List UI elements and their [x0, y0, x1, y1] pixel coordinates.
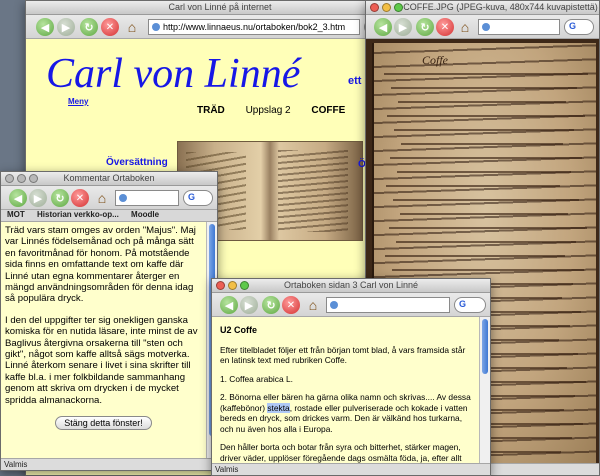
manuscript-ink-line: [396, 241, 576, 243]
back-arrow-icon[interactable]: ◀: [36, 18, 54, 36]
forward-arrow-icon[interactable]: ▶: [394, 18, 412, 36]
nav-link-coffe[interactable]: COFFE: [311, 105, 345, 116]
bookmarks-bar: MOT Historian verkko-op... Moodle: [1, 210, 217, 222]
manuscript-ink-line: [393, 199, 579, 201]
manuscript-ink-line: [400, 213, 568, 215]
ortaboken-scrollbar[interactable]: [479, 317, 490, 463]
back-arrow-icon[interactable]: ◀: [9, 189, 27, 207]
home-icon[interactable]: ⌂: [304, 296, 322, 314]
main-titlebar[interactable]: Carl von Linné på internet: [26, 1, 414, 15]
comment-url-input[interactable]: [115, 190, 179, 206]
comment-paragraph-2: I den del uppgifter ter sig onekligen ga…: [5, 314, 198, 406]
manuscript-ink-line: [389, 227, 587, 229]
stop-icon[interactable]: ✕: [71, 189, 89, 207]
home-icon[interactable]: ⌂: [123, 18, 141, 36]
text-page-illustration: [278, 150, 348, 232]
manuscript-ink-line: [386, 185, 560, 187]
main-url-input[interactable]: http://www.linnaeus.nu/ortaboken/bok2_3.…: [148, 19, 360, 35]
bookmark-moodle[interactable]: Moodle: [131, 210, 159, 219]
ortaboken-scrollbar-thumb[interactable]: [482, 319, 488, 375]
close-window-button[interactable]: Stäng detta fönster!: [55, 416, 152, 431]
main-window-title: Carl von Linné på internet: [168, 2, 272, 12]
ortaboken-titlebar[interactable]: Ortaboken sidan 3 Carl von Linné: [212, 279, 490, 293]
ortaboken-paragraph-1: Efter titelbladet följer ett från början…: [220, 344, 466, 366]
comment-content: Träd vars stam omges av orden "Majus". M…: [1, 222, 206, 458]
nav-link-trad[interactable]: TRÄD: [197, 105, 225, 116]
comment-paragraph-1: Träd vars stam omges av orden "Majus". M…: [5, 225, 196, 305]
home-icon[interactable]: ⌂: [456, 18, 474, 36]
comment-titlebar[interactable]: Kommentar Ortaboken: [1, 172, 217, 186]
ortaboken-url-input[interactable]: [326, 297, 450, 313]
favicon-icon: [330, 301, 338, 309]
image-toolbar: ◀ ▶ ↻ ✕ ⌂ G: [366, 15, 599, 39]
stop-icon[interactable]: ✕: [101, 18, 119, 36]
comment-toolbar: ◀ ▶ ↻ ✕ ⌂ G: [1, 186, 217, 210]
manuscript-ink-line: [385, 255, 565, 257]
google-icon: G: [188, 192, 196, 202]
stop-icon[interactable]: ✕: [282, 296, 300, 314]
comment-window: Kommentar Ortaboken ◀ ▶ ↻ ✕ ⌂ G MOT Hist…: [0, 171, 218, 471]
minimize-window-icon[interactable]: [382, 3, 391, 12]
stop-icon[interactable]: ✕: [436, 18, 454, 36]
ortaboken-status-text: Valmis: [215, 465, 239, 474]
ortaboken-window-title: Ortaboken sidan 3 Carl von Linné: [283, 280, 419, 290]
reload-icon[interactable]: ↻: [416, 18, 434, 36]
manuscript-ink-line: [387, 115, 585, 117]
image-titlebar[interactable]: COFFE.JPG (JPEG-kuva, 480x744 kuvapistet…: [366, 1, 599, 15]
manuscript-ink-line: [394, 129, 574, 131]
main-url-text: http://www.linnaeus.nu/ortaboken/bok2_3.…: [163, 22, 346, 32]
google-icon: G: [569, 21, 577, 31]
close-window-icon[interactable]: [370, 3, 379, 12]
reload-icon[interactable]: ↻: [262, 296, 280, 314]
manuscript-ink-line: [397, 171, 571, 173]
forward-arrow-icon[interactable]: ▶: [29, 189, 47, 207]
main-toolbar: ◀ ▶ ↻ ✕ ⌂ http://www.linnaeus.nu/ortabok…: [26, 15, 414, 39]
forward-arrow-icon[interactable]: ▶: [240, 296, 258, 314]
page-title: Carl von Linné: [46, 51, 301, 97]
manuscript-ink-line: [392, 269, 584, 271]
manuscript-ink-line: [384, 73, 588, 75]
comment-window-title: Kommentar Ortaboken: [63, 173, 155, 183]
ortaboken-statusbar: Valmis: [212, 463, 490, 475]
reload-icon[interactable]: ↻: [80, 18, 98, 36]
home-icon[interactable]: ⌂: [93, 189, 111, 207]
nav-link-uppslag[interactable]: Uppslag 2: [246, 105, 291, 116]
manuscript-ink-line: [401, 143, 563, 145]
window-controls: [370, 3, 403, 12]
manuscript-ink-line: [390, 157, 582, 159]
google-icon: G: [459, 299, 467, 309]
back-arrow-icon[interactable]: ◀: [374, 18, 392, 36]
image-window-title: COFFE.JPG (JPEG-kuva, 480x744 kuvapistet…: [403, 2, 598, 12]
ortaboken-content: U2 Coffe Efter titelbladet följer ett fr…: [212, 317, 479, 463]
manuscript-ink-line: [398, 101, 566, 103]
page-nav: TRÄD Uppslag 2 COFFE: [197, 105, 363, 116]
ortaboken-paragraph-4: Den håller borta och botar från syra och…: [220, 442, 462, 463]
manuscript-ink-line: [391, 87, 577, 89]
ortaboken-paragraph-3: 2. Bönorna eller bären ha gärna olika na…: [220, 392, 471, 434]
ortaboken-paragraph-2: 1. Coffea arabica L.: [220, 373, 293, 384]
reload-icon[interactable]: ↻: [51, 189, 69, 207]
forward-arrow-icon[interactable]: ▶: [57, 18, 75, 36]
comment-search-input[interactable]: G: [183, 190, 213, 206]
translation-link[interactable]: Översättning: [106, 157, 168, 168]
comment-statusbar: Valmis: [1, 458, 217, 470]
ortaboken-window: Ortaboken sidan 3 Carl von Linné ◀ ▶ ↻ ✕…: [211, 278, 491, 476]
selected-word[interactable]: stekta: [267, 402, 290, 413]
ortaboken-toolbar: ◀ ▶ ↻ ✕ ⌂ G: [212, 293, 490, 317]
favicon-icon: [119, 194, 127, 202]
favicon-icon: [482, 23, 490, 31]
image-url-input[interactable]: [478, 19, 560, 35]
comment-status-text: Valmis: [4, 460, 28, 469]
menu-link[interactable]: Meny: [68, 97, 88, 106]
image-search-input[interactable]: G: [564, 19, 594, 35]
bookmark-mot[interactable]: MOT: [7, 210, 25, 219]
bookmark-historian[interactable]: Historian verkko-op...: [37, 210, 119, 219]
manuscript-heading: Coffe: [422, 53, 448, 67]
back-arrow-icon[interactable]: ◀: [220, 296, 238, 314]
page-title-continuation: ett: [348, 75, 362, 87]
favicon-icon: [152, 23, 160, 31]
ortaboken-search-input[interactable]: G: [454, 297, 486, 313]
section-heading: U2 Coffe: [220, 325, 258, 335]
